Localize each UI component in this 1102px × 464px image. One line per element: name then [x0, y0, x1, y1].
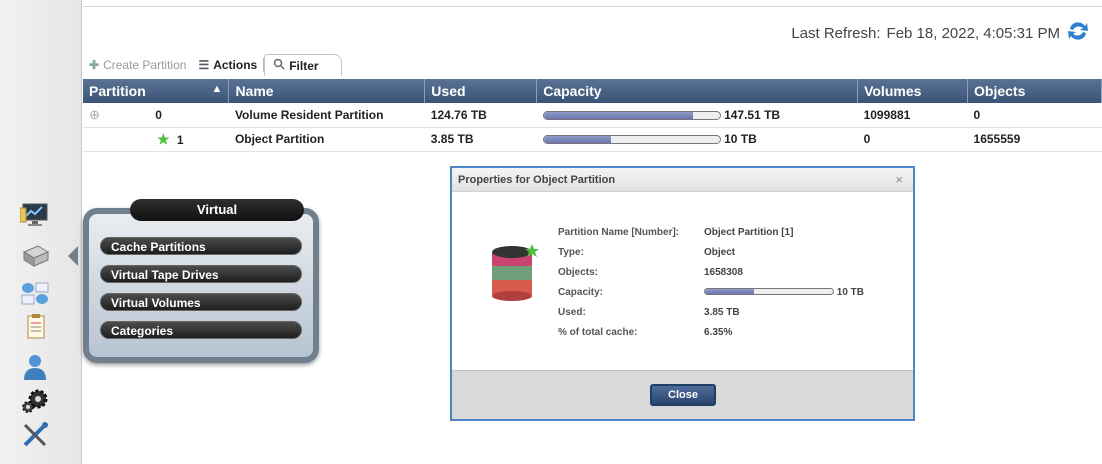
capacity-cell: 147.51 TB: [536, 103, 858, 128]
property-label: Capacity:: [558, 286, 604, 298]
create-partition-button[interactable]: ✚ Create Partition: [83, 54, 192, 76]
actions-menu[interactable]: ☰ Actions: [192, 54, 263, 76]
column-header-capacity[interactable]: Capacity: [536, 79, 859, 103]
column-header-volumes[interactable]: Volumes: [857, 79, 969, 103]
last-refresh: Last Refresh: Feb 18, 2022, 4:05:31 PM: [791, 20, 1090, 46]
table-row[interactable]: ★ 1 Object Partition 3.85 TB 10 TB 0 165…: [83, 127, 1102, 152]
last-refresh-label: Last Refresh:: [791, 24, 881, 42]
tools-icon[interactable]: [18, 420, 52, 450]
name-cell: Volume Resident Partition: [228, 103, 425, 128]
database-icon: [488, 242, 540, 307]
monitor-icon[interactable]: [18, 200, 52, 230]
partition-cell: ⊕ 0: [83, 103, 229, 128]
property-label: Partition Name [Number]:: [558, 226, 680, 238]
volumes-cell: 1099881: [857, 103, 968, 128]
volumes-cell: 0: [857, 127, 968, 152]
report-icon[interactable]: [18, 312, 52, 342]
property-row: % of total cache: 6.35%: [558, 322, 864, 342]
property-value: 6.35%: [704, 326, 733, 338]
menu-item-cache-partitions[interactable]: Cache Partitions: [100, 237, 302, 255]
flyout-title: Virtual: [130, 199, 304, 221]
table-header-row: Partition ▲ Name Used Capacity Volumes O…: [83, 79, 1102, 103]
dialog-title-bar: Properties for Object Partition ×: [452, 168, 913, 192]
property-row: Used: 3.85 TB: [558, 302, 864, 322]
virtual-volumes-icon[interactable]: [18, 278, 52, 308]
last-refresh-value: Feb 18, 2022, 4:05:31 PM: [886, 24, 1060, 42]
user-icon[interactable]: [18, 352, 52, 382]
capacity-bar: [704, 288, 834, 296]
properties-dialog: Properties for Object Partition × Partit…: [450, 166, 915, 421]
property-list: Partition Name [Number]: Object Partitio…: [558, 222, 864, 342]
flyout-pointer: [68, 246, 78, 266]
property-value: 10 TB: [704, 287, 864, 298]
filter-label: Filter: [289, 58, 319, 73]
list-icon: ☰: [198, 58, 210, 72]
capacity-bar: [542, 135, 721, 145]
toolbar: ✚ Create Partition ☰ Actions Filter: [83, 54, 383, 76]
property-value: 1658308: [704, 266, 743, 278]
used-cell: 3.85 TB: [424, 127, 537, 152]
sort-asc-icon: ▲: [211, 83, 223, 95]
capacity-bar-fill: [543, 136, 612, 144]
expand-icon[interactable]: ⊕: [89, 107, 100, 122]
create-partition-label: Create Partition: [103, 58, 187, 72]
column-header-partition[interactable]: Partition ▲: [83, 79, 230, 103]
plus-icon: ✚: [89, 58, 100, 72]
partition-cell: ★ 1: [83, 127, 229, 152]
property-label: Used:: [558, 306, 586, 318]
capacity-bar-fill: [705, 289, 755, 295]
column-header-objects[interactable]: Objects: [967, 79, 1102, 103]
property-label: Objects:: [558, 266, 599, 278]
menu-item-virtual-tape-drives[interactable]: Virtual Tape Drives: [100, 265, 302, 283]
star-icon: ★: [157, 130, 170, 147]
top-divider: [83, 6, 1102, 7]
capacity-bar: [542, 111, 721, 121]
property-value: Object Partition [1]: [704, 226, 794, 238]
property-row: Type: Object: [558, 242, 864, 262]
property-row: Objects: 1658308: [558, 262, 864, 282]
capacity-bar-fill: [543, 112, 693, 120]
actions-label: Actions: [213, 58, 258, 72]
menu-item-categories[interactable]: Categories: [100, 321, 302, 339]
used-cell: 124.76 TB: [424, 103, 537, 128]
gear-icon[interactable]: [18, 386, 52, 416]
column-header-used[interactable]: Used: [424, 79, 538, 103]
objects-cell: 0: [967, 103, 1102, 128]
partition-table: Partition ▲ Name Used Capacity Volumes O…: [83, 79, 1102, 152]
menu-item-virtual-volumes[interactable]: Virtual Volumes: [100, 293, 302, 311]
column-header-name[interactable]: Name: [228, 79, 426, 103]
capacity-cell: 10 TB: [536, 127, 858, 152]
dialog-body: Partition Name [Number]: Object Partitio…: [452, 192, 913, 370]
objects-cell: 1655559: [967, 127, 1102, 152]
name-cell: Object Partition: [228, 127, 425, 152]
magnifier-icon: [273, 58, 285, 73]
property-row: Partition Name [Number]: Object Partitio…: [558, 222, 864, 242]
tape-library-icon[interactable]: [18, 240, 52, 270]
property-value: Object: [704, 246, 736, 258]
refresh-icon[interactable]: [1066, 20, 1090, 46]
nav-rail: [0, 0, 82, 464]
filter-tab[interactable]: Filter: [264, 54, 342, 76]
close-icon[interactable]: ×: [895, 168, 903, 192]
dialog-title: Properties for Object Partition: [458, 174, 616, 186]
close-button[interactable]: Close: [650, 384, 716, 406]
property-value: 3.85 TB: [704, 306, 740, 318]
dialog-footer: Close: [452, 370, 913, 419]
property-label: % of total cache:: [558, 326, 638, 338]
property-row: Capacity: 10 TB: [558, 282, 864, 302]
table-row[interactable]: ⊕ 0 Volume Resident Partition 124.76 TB …: [83, 103, 1102, 128]
property-label: Type:: [558, 246, 584, 258]
